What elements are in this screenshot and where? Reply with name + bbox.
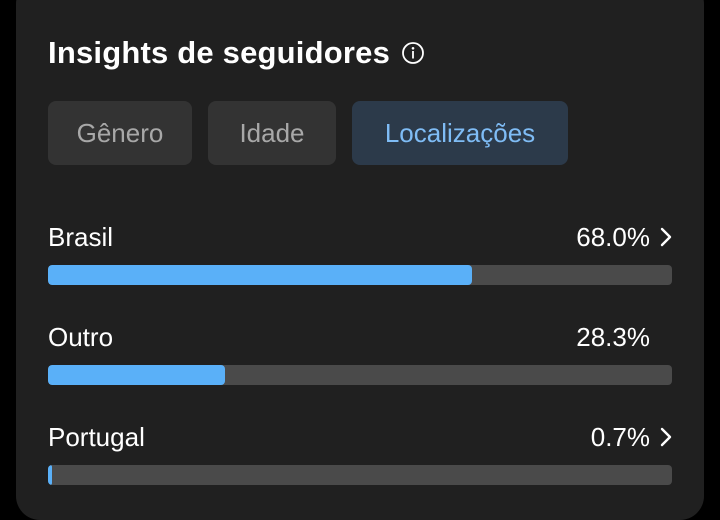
progress-track bbox=[48, 365, 672, 385]
insight-tabs: Gênero Idade Localizações bbox=[48, 101, 584, 165]
info-icon[interactable] bbox=[400, 40, 426, 66]
progress-track bbox=[48, 465, 672, 485]
progress-track bbox=[48, 265, 672, 285]
progress-fill bbox=[48, 365, 225, 385]
location-percent: 68.0% bbox=[576, 222, 650, 252]
location-name: Portugal bbox=[48, 422, 145, 452]
progress-fill bbox=[48, 265, 473, 285]
tab-age[interactable]: Idade bbox=[208, 101, 336, 165]
progress-fill bbox=[48, 465, 53, 485]
card-title: Insights de seguidores bbox=[48, 35, 391, 70]
location-name: Brasil bbox=[48, 222, 114, 252]
card-header: Insights de seguidores bbox=[48, 30, 426, 76]
tab-locations[interactable]: Localizações bbox=[352, 101, 568, 165]
location-percent: 0.7% bbox=[590, 422, 650, 452]
chevron-right-icon bbox=[660, 427, 672, 447]
location-percent: 28.3% bbox=[576, 322, 650, 352]
tab-gender[interactable]: Gênero bbox=[48, 101, 192, 165]
location-name: Outro bbox=[48, 322, 114, 352]
chevron-right-icon bbox=[660, 227, 672, 247]
